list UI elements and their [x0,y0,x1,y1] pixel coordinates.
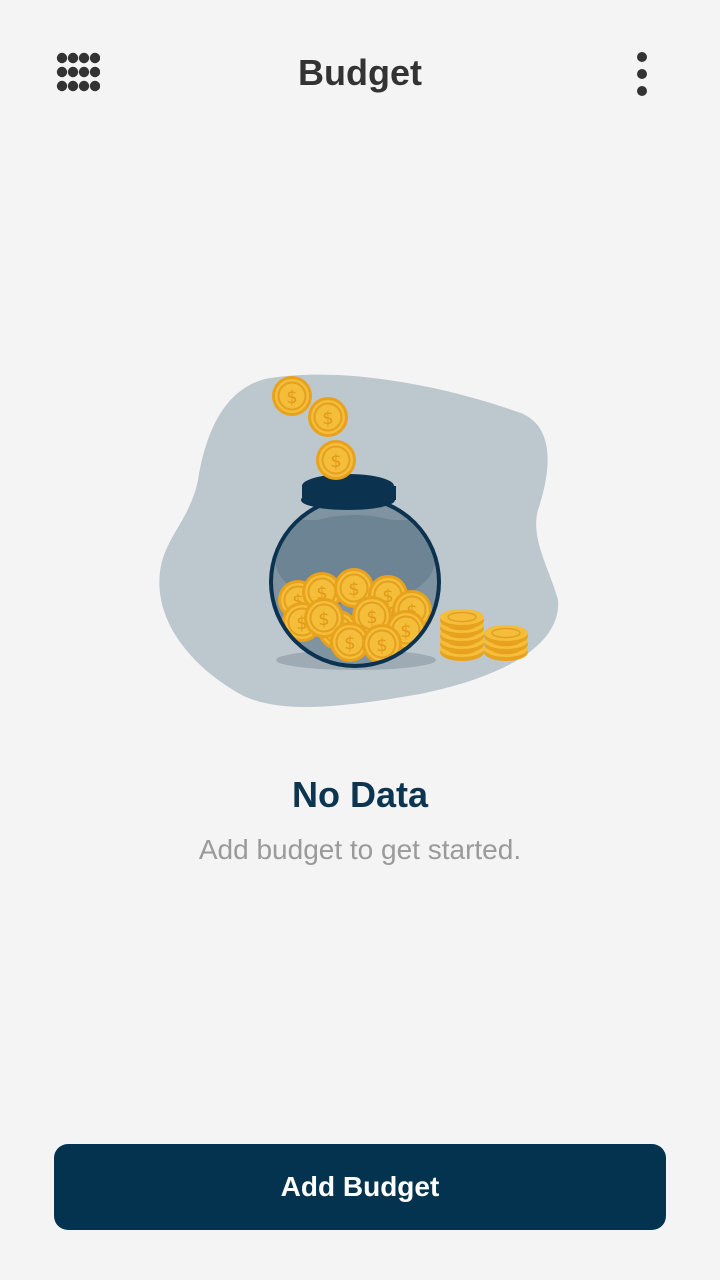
budget-screen: Budget $ [0,0,720,1280]
top-app-bar: Budget [0,0,720,148]
more-vertical-icon [637,52,647,96]
page-title: Budget [298,52,422,93]
coin-jar-illustration: $ [150,360,570,720]
add-budget-button[interactable]: Add Budget [54,1144,666,1230]
empty-state-title: No Data [291,774,429,815]
more-options-button[interactable] [614,42,670,106]
empty-state-subtitle: Add budget to get started. [198,834,522,865]
